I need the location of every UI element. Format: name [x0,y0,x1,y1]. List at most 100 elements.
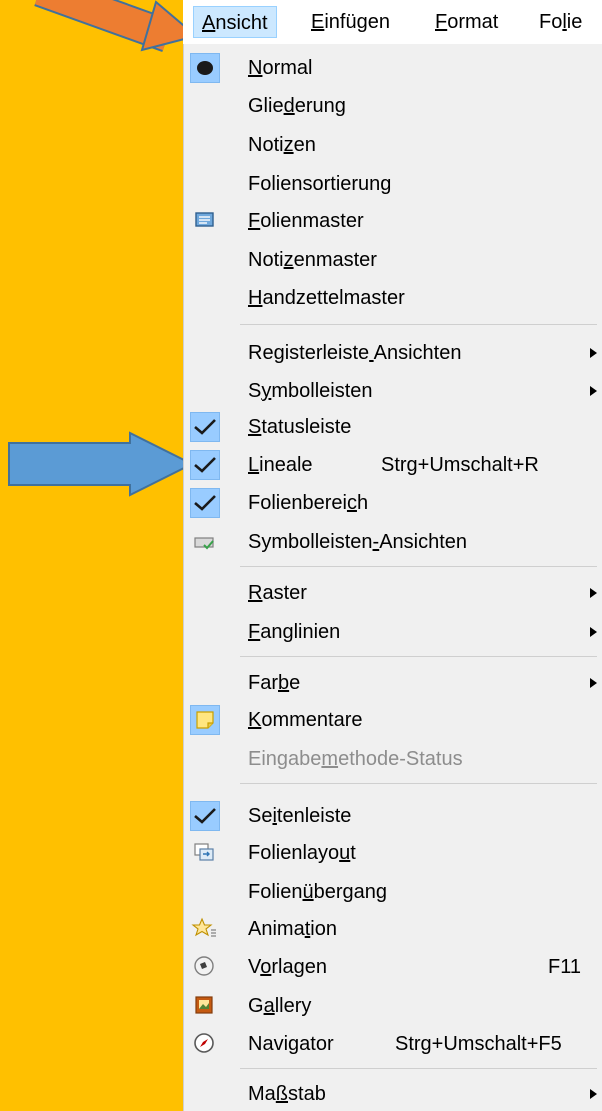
menu-item-statusleiste[interactable]: Statusleiste [184,410,602,444]
menu-item-eingabemethode-status: Eingabemethode-Status [184,742,602,776]
shortcut-label: F11 [548,956,581,978]
menu-item-label: t [350,842,356,864]
menubar-mnemonic: A [202,12,216,34]
slide-master-icon [190,206,220,236]
menu-item-navigator[interactable]: Navigator Strg+Umschalt+F5 [184,1027,602,1061]
gallery-icon [190,991,220,1021]
menu-item-seitenleiste[interactable]: Seitenleiste [184,799,602,833]
menu-item-massstab[interactable]: Maßstab [184,1077,602,1111]
slide-layout-icon [190,838,220,868]
menu-item-handzettelmaster[interactable]: Handzettelmaster [184,281,602,315]
menu-item-mnemonic: b [278,672,290,694]
menu-item-kommentare[interactable]: Kommentare [184,703,602,737]
menu-item-mnemonic: F [248,210,261,232]
menu-item-label: Noti [248,134,284,156]
menu-item-mnemonic: H [248,287,263,309]
menu-item-mnemonic: a [263,995,275,1017]
styles-icon [190,952,220,982]
menu-item-gallery[interactable]: Gallery [184,989,602,1023]
menu-item-label: Ma [248,1083,276,1105]
menu-item-label: ommentare [261,709,363,731]
menu-item-farbe[interactable]: Farbe [184,666,602,700]
menu-item-folienbereich[interactable]: Folienbereich [184,486,602,520]
menu-item-label: ormal [262,57,313,79]
menu-item-label: Ansichten [373,342,462,364]
menu-item-foliensortierung[interactable]: Foliensortierung [184,167,602,201]
menu-item-label: e [289,672,301,694]
menu-item-mnemonic: m [321,748,339,770]
menu-item-mnemonic: g [288,1033,300,1055]
menu-separator [240,324,597,325]
menu-item-mnemonic: R [248,582,263,604]
menu-folie[interactable]: Folie [531,6,590,38]
compass-icon [190,1029,220,1059]
menu-item-symbolleisten[interactable]: Symbolleisten [184,374,602,408]
menu-item-folienuebergang[interactable]: Folienübergang [184,875,602,909]
menu-item-folienmaster[interactable]: Folienmaster [184,204,602,238]
menu-item-label: bergang [313,881,388,903]
menu-item-lineale[interactable]: Lineale Strg+Umschalt+R [184,448,602,482]
blue-arrow-annotation [8,431,195,497]
menu-item-raster[interactable]: Raster [184,576,602,610]
menu-item-mnemonic: z [283,134,294,156]
menu-separator [240,566,597,567]
menu-einfuegen[interactable]: Einfügen [303,6,398,38]
menu-item-label: ethode-Status [338,748,463,770]
menu-item-label: ion [310,918,337,940]
checkmark-icon [190,488,220,518]
menu-item-label: ineale [259,454,313,476]
menu-item-fanglinien[interactable]: Fanglinien [184,615,602,649]
menu-item-registerleiste-ansichten[interactable]: Registerleiste Ansichten [184,336,602,370]
menu-item-symbolleisten-ansichten[interactable]: Symbolleisten-Ansichten [184,525,602,559]
menu-item-label: Ansichten [379,531,468,553]
checkmark-icon [190,412,220,442]
menu-ansicht[interactable]: Ansicht [193,6,277,38]
menu-item-label: olienmaster [260,210,364,232]
menubar-label: ormat [447,11,499,33]
bullet-icon [190,53,220,83]
menu-item-label: stab [288,1083,326,1105]
menu-item-label: Folienberei [248,492,347,514]
menu-item-mnemonic: N [248,57,263,79]
menu-item-mnemonic: S [248,416,262,438]
menu-item-mnemonic: L [248,454,260,476]
menu-item-label: Navi [248,1033,289,1055]
submenu-arrow-icon [590,1089,597,1099]
menu-item-label: Eingabe [248,748,322,770]
menu-item-mnemonic: d [283,95,295,117]
menu-bar: Ansicht Einfügen Format Folie [183,0,602,45]
menu-item-mnemonic: y [261,380,272,402]
menu-item-folienlayout[interactable]: Folienlayout [184,836,602,870]
menu-item-label: Far [248,672,278,694]
menu-item-label: ator [299,1033,334,1055]
menu-separator [240,656,597,657]
menu-item-label: tenleiste [276,805,352,827]
menu-item-mnemonic: u [339,842,351,864]
submenu-arrow-icon [590,678,597,688]
shortcut-label: Strg+Umschalt+F5 [395,1033,562,1055]
menu-item-notizen[interactable]: Notizen [184,128,602,162]
menu-item-label: aster [262,582,307,604]
menu-item-label: mbolleisten [271,380,373,402]
submenu-arrow-icon [590,386,597,396]
menu-item-notizenmaster[interactable]: Notizenmaster [184,243,602,277]
menu-item-vorlagen[interactable]: Vorlagen F11 [184,950,602,984]
menubar-label: Fo [539,11,563,33]
menu-item-normal[interactable]: Normal [184,51,602,85]
menu-item-label: llery [274,995,312,1017]
menu-item-label: V [248,956,261,978]
menu-item-mnemonic: c [346,492,357,514]
menu-item-label: Noti [248,249,284,271]
submenu-arrow-icon [590,627,597,637]
menu-item-label: anglinien [260,621,341,643]
menu-item-label: h [356,492,369,514]
menu-format[interactable]: Format [427,6,506,38]
menu-item-label: Anima [248,918,305,940]
menu-item-animation[interactable]: Animation [184,912,602,946]
menu-item-label: Registerleiste [248,342,370,364]
menu-item-mnemonic: ü [302,881,314,903]
menu-item-gliederung[interactable]: Gliederung [184,89,602,123]
menu-item-label: rlagen [271,956,327,978]
menu-item-label: andzettelmaster [262,287,405,309]
submenu-arrow-icon [590,348,597,358]
